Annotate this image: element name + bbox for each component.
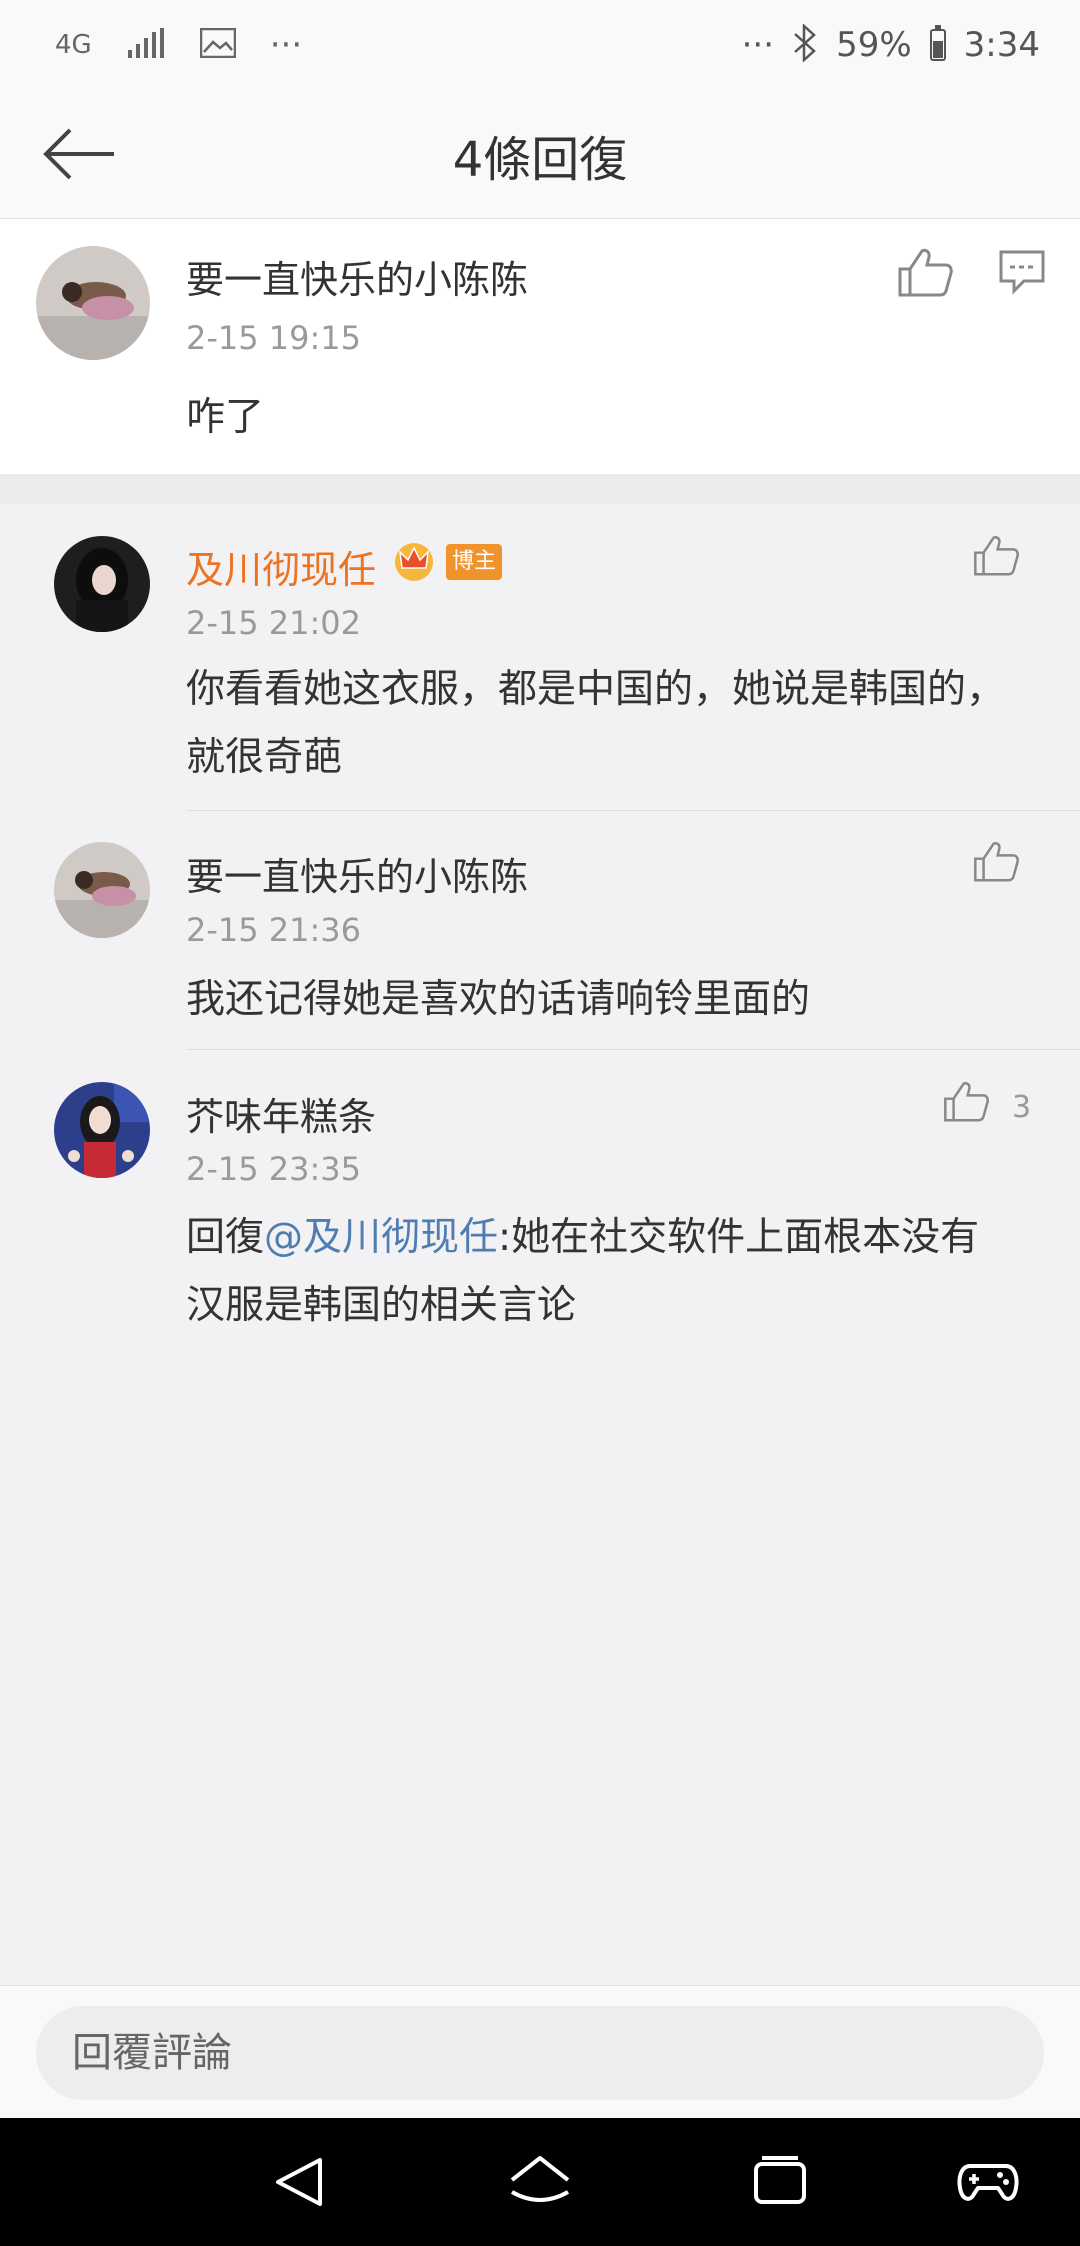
recents-icon	[754, 2156, 806, 2204]
avatar[interactable]	[36, 246, 150, 360]
status-bar: 4G ··· ··· 59% 3:34	[0, 0, 1080, 90]
avatar[interactable]	[54, 842, 150, 938]
reply-text: 我还记得她是喜欢的话请响铃里面的	[186, 977, 811, 1022]
triangle-back-icon	[276, 2158, 322, 2206]
reply-text-block: 回復@及川彻现任:她在社交软件上面根本没有汉服是韩国的相关言论	[186, 1204, 1006, 1340]
home-icon	[510, 2156, 570, 2202]
reply-time: 2-15 21:02	[186, 604, 362, 642]
like-button[interactable]	[972, 840, 1020, 884]
like-count: 3	[1012, 1090, 1032, 1125]
thumbs-up-icon	[974, 536, 1019, 576]
battery-icon	[929, 25, 946, 61]
battery-percent: 59%	[836, 25, 912, 65]
reply-prefix: 回復	[186, 1215, 265, 1260]
header: 4條回復	[0, 90, 1080, 219]
status-left: 4G ···	[55, 22, 302, 68]
signal-icon	[126, 28, 166, 62]
reply-time: 2-15 23:35	[186, 1150, 362, 1188]
reply-bar: 回覆評論	[0, 1985, 1080, 2119]
comment-text: 咋了	[186, 395, 265, 440]
nav-game-button[interactable]	[956, 2152, 1020, 2212]
image-icon	[199, 27, 236, 62]
reply-text: 你看看她这衣服，都是中国的，她说是韩国的，就很奇葩	[186, 667, 1006, 780]
network-indicator: 4G	[55, 30, 92, 60]
comment-author[interactable]: 要一直快乐的小陈陈	[186, 249, 528, 304]
comment-time: 2-15 19:15	[186, 319, 362, 357]
mention-link[interactable]: @及川彻现任	[264, 1215, 498, 1260]
crown-icon	[392, 538, 436, 586]
replies-list: 及川彻现任 博主 2-15 21:02 你看看她这衣服，都是中国的，她说是韩国的…	[0, 504, 1080, 1349]
comment-button[interactable]	[998, 249, 1046, 295]
thumbs-up-icon	[898, 248, 953, 297]
gamepad-icon	[957, 2164, 1019, 2201]
thumbs-up-icon	[944, 1082, 989, 1122]
nav-recents-button[interactable]	[750, 2152, 810, 2212]
clock: 3:34	[963, 25, 1040, 65]
bluetooth-icon	[792, 23, 818, 66]
thumbs-up-icon	[974, 842, 1019, 882]
row-divider	[186, 1049, 1080, 1050]
status-more: ···	[269, 25, 303, 65]
avatar[interactable]	[54, 1082, 150, 1178]
reply-input[interactable]: 回覆評論	[36, 2006, 1044, 2100]
status-right: ··· 59% 3:34	[742, 22, 1040, 68]
page-title: 4條回復	[452, 132, 628, 188]
row-divider	[186, 810, 1080, 811]
like-button[interactable]	[942, 1080, 990, 1124]
like-button[interactable]	[896, 247, 954, 299]
reply-time: 2-15 21:36	[186, 911, 362, 949]
reply-author[interactable]: 芥味年糕条	[186, 1086, 376, 1141]
avatar[interactable]	[54, 536, 150, 632]
comment-bubble-icon	[999, 250, 1045, 295]
reply-author[interactable]: 及川彻现任	[186, 539, 376, 594]
like-button[interactable]	[972, 534, 1020, 578]
nav-back-button[interactable]	[270, 2152, 330, 2212]
section-divider	[0, 474, 1080, 504]
status-right-more: ···	[741, 25, 775, 65]
nav-home-button[interactable]	[508, 2152, 570, 2212]
main-comment: 要一直快乐的小陈陈 2-15 19:15 咋了	[0, 219, 1080, 474]
reply-author[interactable]: 要一直快乐的小陈陈	[186, 846, 528, 901]
system-nav-bar	[0, 2118, 1080, 2246]
status-badge: 博主	[446, 544, 503, 580]
